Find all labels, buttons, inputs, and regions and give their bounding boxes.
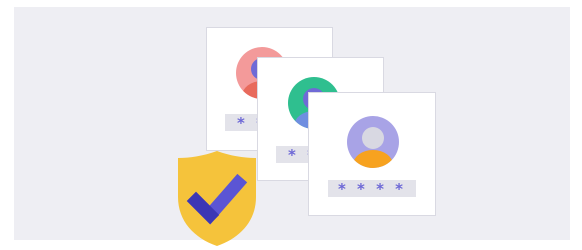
account-card-3: * * * * [308,92,436,216]
shield-check-icon [178,151,256,246]
user-avatar-icon [347,116,399,168]
password-mask: * * * * [328,180,416,197]
